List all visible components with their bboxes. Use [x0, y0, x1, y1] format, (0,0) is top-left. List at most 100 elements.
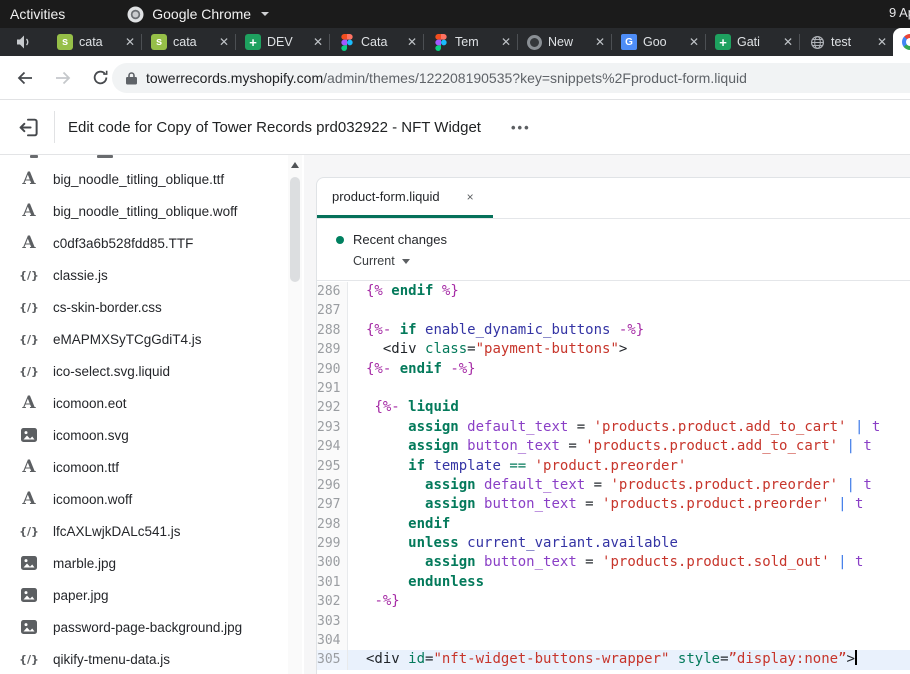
code-line[interactable]: 300 assign button_text = 'products.produ… [317, 553, 910, 572]
back-button[interactable] [16, 69, 34, 92]
activities-button[interactable]: Activities [10, 6, 65, 22]
file-item[interactable]: {/} lfcAXLwjkDALc541.js [0, 515, 304, 547]
browser-tab-active[interactable] [893, 28, 910, 56]
code-line[interactable]: 305<div id="nft-widget-buttons-wrapper" … [317, 650, 910, 669]
lock-icon [126, 72, 137, 85]
tab-close-icon[interactable]: ✕ [877, 36, 887, 48]
browser-tab[interactable]: Tem✕ [424, 28, 517, 56]
close-icon[interactable]: × [467, 190, 474, 204]
text-cursor [855, 650, 857, 665]
tab-close-icon[interactable]: ✕ [783, 36, 793, 48]
version-dropdown[interactable]: Current [336, 251, 910, 271]
code-line[interactable]: 299 unless current_variant.available [317, 534, 910, 553]
tab-close-icon[interactable]: ✕ [313, 36, 323, 48]
file-item[interactable]: {/}cs-skin-border.css [0, 291, 304, 323]
file-name: ico-select.svg.liquid [53, 364, 170, 379]
code-line[interactable]: 289 <div class="payment-buttons"> [317, 340, 910, 359]
code-line[interactable]: 298 endif [317, 515, 910, 534]
code-line[interactable]: 291 [317, 379, 910, 398]
browser-tab-label: Goo [643, 35, 683, 49]
reload-button[interactable] [92, 69, 109, 91]
browser-tab[interactable]: +Gati✕ [706, 28, 799, 56]
browser-tab[interactable]: New✕ [518, 28, 611, 56]
file-name: eMAPMXSyTCgGdiT4.js [53, 332, 202, 347]
code-file-icon: {/} [18, 525, 40, 538]
browser-tab[interactable]: +DEV✕ [236, 28, 329, 56]
file-item[interactable]: {/}ico-select.svg.liquid [0, 355, 304, 387]
browser-tab[interactable]: scata✕ [48, 28, 141, 56]
file-name: classie.js [53, 268, 108, 283]
code-line[interactable]: 301 endunless [317, 573, 910, 592]
code-line[interactable]: 296 assign default_text = 'products.prod… [317, 476, 910, 495]
code-line[interactable]: 290{%- endif -%} [317, 360, 910, 379]
code-line[interactable]: 288{%- if enable_dynamic_buttons -%} [317, 321, 910, 340]
tab-close-icon[interactable]: ✕ [501, 36, 511, 48]
chevron-down-icon [402, 259, 410, 264]
file-item[interactable]: {/}qikify-tmenu-data.js [0, 643, 304, 674]
forward-button[interactable] [54, 69, 72, 92]
file-item[interactable]: icomoon.svg [0, 419, 304, 451]
editor-tab-product-form[interactable]: product-form.liquid × [317, 178, 493, 218]
file-name: big_noodle_titling_oblique.ttf [53, 172, 224, 187]
partially-scrolled-item [30, 155, 38, 158]
line-number: 299 [317, 534, 348, 553]
file-item[interactable]: password-page-background.jpg [0, 611, 304, 643]
file-item[interactable]: {/}eMAPMXSyTCgGdiT4.js [0, 323, 304, 355]
file-item[interactable]: Aicomoon.woff [0, 483, 304, 515]
tab-close-icon[interactable]: ✕ [595, 36, 605, 48]
exit-code-editor-button[interactable] [16, 115, 41, 140]
more-actions-button[interactable]: ••• [511, 120, 531, 135]
code-line[interactable]: 297 assign button_text = 'products.produ… [317, 495, 910, 514]
tab-close-icon[interactable]: ✕ [689, 36, 699, 48]
file-item[interactable]: Abig_noodle_titling_oblique.woff [0, 195, 304, 227]
code-line[interactable]: 287 [317, 301, 910, 320]
url-domain: towerrecords.myshopify.com [146, 70, 323, 86]
file-item[interactable]: {/}classie.js [0, 259, 304, 291]
system-clock[interactable]: 9 Apr [889, 5, 910, 20]
font-file-icon: A [18, 491, 40, 508]
code-line[interactable]: 286{% endif %} [317, 282, 910, 301]
file-item[interactable]: paper.jpg [0, 579, 304, 611]
code-line[interactable]: 302 -%} [317, 592, 910, 611]
code-line[interactable]: 294 assign button_text = 'products.produ… [317, 437, 910, 456]
file-item[interactable]: marble.jpg [0, 547, 304, 579]
code-line[interactable]: 303 [317, 612, 910, 631]
file-name: lfcAXLwjkDALc541.js [53, 524, 181, 539]
theme-files-sidebar: Abig_noodle_titling_oblique.ttfAbig_nood… [0, 155, 304, 674]
line-number: 292 [317, 398, 348, 417]
file-name: password-page-background.jpg [53, 620, 242, 635]
speaker-icon[interactable] [0, 35, 48, 49]
image-file-icon [18, 620, 40, 634]
admin-page-header: Edit code for Copy of Tower Records prd0… [0, 100, 910, 155]
browser-tab-label: DEV [267, 35, 307, 49]
file-item[interactable]: Aicomoon.ttf [0, 451, 304, 483]
figma-favicon-icon [433, 34, 449, 50]
browser-tab[interactable]: GGoo✕ [612, 28, 705, 56]
code-editor[interactable]: 286{% endif %}287288{%- if enable_dynami… [317, 282, 910, 674]
code-line[interactable]: 292 {%- liquid [317, 398, 910, 417]
browser-tab-label: Cata [361, 35, 401, 49]
tab-close-icon[interactable]: ✕ [219, 36, 229, 48]
file-item[interactable]: Aicomoon.eot [0, 387, 304, 419]
line-number: 288 [317, 321, 348, 340]
code-line[interactable]: 293 assign default_text = 'products.prod… [317, 418, 910, 437]
scrollbar-thumb[interactable] [290, 177, 300, 282]
scroll-up-arrow-icon[interactable] [291, 162, 299, 168]
browser-tab[interactable]: scata✕ [142, 28, 235, 56]
file-item[interactable]: Abig_noodle_titling_oblique.ttf [0, 163, 304, 195]
tab-close-icon[interactable]: ✕ [407, 36, 417, 48]
file-name: icomoon.woff [53, 492, 132, 507]
editor-tab-bar: product-form.liquid × [317, 178, 910, 219]
file-item[interactable]: Ac0df3a6b528fdd85.TTF [0, 227, 304, 259]
code-line[interactable]: 304 [317, 631, 910, 650]
sidebar-scrollbar[interactable] [288, 155, 302, 674]
code-line[interactable]: 295 if template == 'product.preorder' [317, 457, 910, 476]
browser-toolbar: towerrecords.myshopify.com/admin/themes/… [0, 56, 910, 100]
app-menu[interactable]: Google Chrome [127, 6, 269, 23]
browser-tab[interactable]: test✕ [800, 28, 893, 56]
file-name: icomoon.ttf [53, 460, 119, 475]
address-bar[interactable]: towerrecords.myshopify.com/admin/themes/… [112, 63, 910, 93]
image-file-icon [18, 588, 40, 602]
tab-close-icon[interactable]: ✕ [125, 36, 135, 48]
browser-tab[interactable]: Cata ✕ [330, 28, 423, 56]
